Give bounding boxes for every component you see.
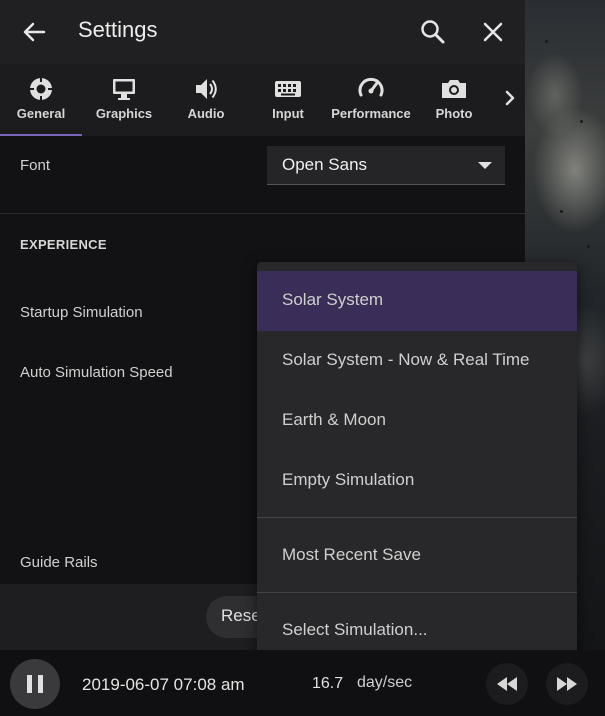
- menu-divider: [257, 592, 577, 593]
- speedometer-icon: [358, 77, 384, 97]
- tab-label: General: [16, 106, 66, 121]
- menu-item-solar-system[interactable]: Solar System: [257, 271, 577, 331]
- menu-item-label: Earth & Moon: [282, 410, 386, 429]
- menu-item-label: Most Recent Save: [282, 545, 421, 564]
- close-icon[interactable]: [478, 17, 508, 47]
- font-setting-row: Font Open Sans: [0, 136, 525, 214]
- menu-item-solar-system-now-real-time[interactable]: Solar System - Now & Real Time: [257, 331, 577, 391]
- fast-forward-icon: [557, 677, 577, 691]
- tab-photo[interactable]: Photo: [412, 64, 496, 136]
- caret-down-icon: [478, 162, 492, 169]
- tab-general[interactable]: General: [0, 64, 82, 136]
- font-select-value: Open Sans: [282, 155, 368, 174]
- monitor-icon: [113, 79, 135, 100]
- tab-audio[interactable]: Audio: [166, 64, 246, 136]
- auto-simulation-speed-label: Auto Simulation Speed: [20, 364, 173, 381]
- tab-label: Performance: [331, 106, 411, 121]
- simulation-datetime[interactable]: 2019-06-07 07:08 am: [82, 675, 245, 695]
- pause-icon: [38, 675, 43, 693]
- rewind-button[interactable]: [486, 663, 528, 705]
- chevron-right-icon[interactable]: [498, 64, 525, 136]
- keyboard-icon: [275, 81, 301, 97]
- time-controls-bar: 2019-06-07 07:08 am 16.7 day/sec: [0, 650, 605, 716]
- rewind-icon: [497, 677, 517, 691]
- menu-item-label: Select Simulation...: [282, 620, 428, 639]
- section-heading-experience: EXPERIENCE: [20, 237, 107, 252]
- gear-icon: [30, 78, 52, 100]
- settings-tabs: General Graphics Audio Input Performance…: [0, 64, 525, 136]
- font-label: Font: [20, 157, 51, 174]
- font-select[interactable]: Open Sans: [267, 146, 505, 185]
- tab-input[interactable]: Input: [246, 64, 330, 136]
- guide-rails-label: Guide Rails: [20, 554, 98, 571]
- simulation-speed-value[interactable]: 16.7: [312, 675, 343, 693]
- tab-graphics[interactable]: Graphics: [82, 64, 166, 136]
- tab-label: Audio: [187, 106, 225, 121]
- simulation-speed-unit[interactable]: day/sec: [357, 674, 412, 692]
- arrow-left-icon[interactable]: [18, 16, 50, 48]
- menu-divider: [257, 517, 577, 518]
- pause-button[interactable]: [10, 659, 60, 709]
- menu-item-label: Solar System - Now & Real Time: [282, 350, 530, 369]
- page-title: Settings: [78, 17, 158, 42]
- tab-label: Input: [272, 106, 304, 121]
- menu-item-label: Empty Simulation: [282, 470, 415, 489]
- fast-forward-button[interactable]: [546, 663, 588, 705]
- startup-simulation-label: Startup Simulation: [20, 304, 143, 321]
- reset-button-label: Rese: [221, 606, 261, 625]
- menu-item-empty-simulation[interactable]: Empty Simulation: [257, 451, 577, 511]
- search-icon[interactable]: [418, 17, 448, 47]
- tab-label: Graphics: [95, 106, 153, 121]
- settings-header: Settings: [0, 0, 525, 64]
- pause-icon: [27, 675, 32, 693]
- tab-label: Photo: [435, 106, 473, 121]
- speaker-icon: [196, 79, 217, 99]
- tab-performance[interactable]: Performance: [330, 64, 412, 136]
- startup-simulation-dropdown: Solar System Solar System - Now & Real T…: [257, 262, 577, 670]
- menu-item-label: Solar System: [282, 290, 384, 309]
- menu-item-most-recent-save[interactable]: Most Recent Save: [257, 526, 577, 586]
- menu-item-earth-moon[interactable]: Earth & Moon: [257, 391, 577, 451]
- camera-icon: [442, 80, 466, 98]
